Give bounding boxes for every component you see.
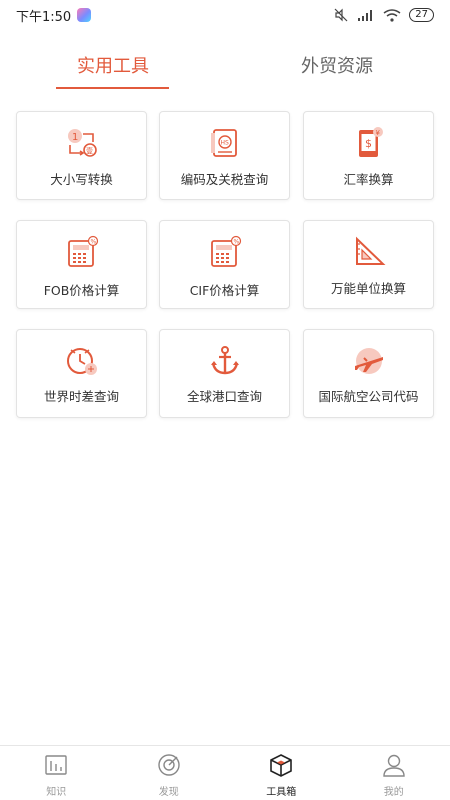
tab-practical-tools[interactable]: 实用工具: [77, 52, 149, 78]
nav-label: 工具箱: [266, 787, 297, 798]
tool-label: 世界时差查询: [43, 389, 119, 404]
tool-card-unit-convert[interactable]: 万能单位换算: [303, 220, 434, 309]
tool-card-hs-code[interactable]: HS 编码及关税查询: [159, 111, 290, 200]
svg-text:$: $: [365, 137, 372, 150]
tool-label: 国际航空公司代码: [318, 389, 419, 404]
tool-label: 万能单位换算: [330, 281, 406, 296]
svg-text:%: %: [233, 239, 239, 246]
nav-label: 知识: [46, 787, 67, 798]
calculator-icon: %: [210, 235, 241, 267]
tool-label: CIF价格计算: [189, 283, 260, 298]
status-left: 下午1:50: [16, 6, 92, 25]
triangle-ruler-icon: [355, 236, 385, 265]
svg-text:¥: ¥: [375, 129, 380, 137]
tool-label: FOB价格计算: [43, 283, 120, 298]
svg-text:1: 1: [72, 132, 78, 143]
hs-code-book-icon: HS: [210, 129, 237, 157]
nav-knowledge[interactable]: 知识: [0, 746, 113, 800]
svg-text:HS: HS: [220, 140, 229, 147]
tool-card-case-convert[interactable]: 1 壹 大小写转换: [16, 111, 147, 200]
tool-label: 大小写转换: [50, 172, 113, 187]
tool-card-cif-calc[interactable]: % CIF价格计算: [159, 220, 290, 309]
app-screen: 下午1:50 27 实用工具 外贸资源 1 壹 大小写转换 HS 编码及关税查询…: [0, 0, 450, 800]
world-clock-icon: [66, 348, 97, 375]
active-tab-indicator: [56, 87, 169, 89]
status-bar: 下午1:50 27: [0, 0, 450, 30]
profile-icon: [383, 754, 405, 777]
tool-card-port-search[interactable]: 全球港口查询: [159, 329, 290, 418]
exchange-rate-tablet-icon: $ ¥: [358, 127, 383, 157]
airplane-icon: [354, 348, 383, 374]
anchor-icon: [210, 346, 239, 375]
bottom-nav: 知识 发现 工具箱 我的: [0, 745, 450, 800]
tool-card-exchange-rate[interactable]: $ ¥ 汇率换算: [303, 111, 434, 200]
top-tabs: 实用工具 外贸资源: [0, 44, 450, 94]
signal-icon: [358, 10, 373, 21]
tool-card-world-time[interactable]: 世界时差查询: [16, 329, 147, 418]
tab-trade-resources[interactable]: 外贸资源: [301, 52, 373, 78]
svg-text:壹: 壹: [86, 146, 93, 155]
knowledge-icon: [45, 755, 67, 775]
calculator-icon: %: [67, 235, 98, 267]
tool-card-fob-calc[interactable]: % FOB价格计算: [16, 220, 147, 309]
svg-text:%: %: [90, 239, 96, 246]
toolbox-icon: [270, 754, 293, 777]
tool-card-airline-codes[interactable]: 国际航空公司代码: [303, 329, 434, 418]
tool-label: 编码及关税查询: [180, 172, 269, 187]
tool-label: 全球港口查询: [186, 389, 262, 404]
nav-toolbox[interactable]: 工具箱: [225, 746, 338, 800]
battery-indicator: 27: [409, 8, 434, 22]
wifi-icon: [383, 8, 401, 22]
nav-discover[interactable]: 发现: [113, 746, 226, 800]
status-right: 27: [333, 8, 434, 22]
nav-profile[interactable]: 我的: [338, 746, 450, 800]
nav-label: 我的: [383, 787, 404, 798]
number-convert-icon: 1 壹: [67, 129, 97, 157]
mute-icon: [334, 8, 348, 22]
tool-label: 汇率换算: [343, 172, 394, 187]
nav-label: 发现: [158, 787, 179, 798]
discover-icon: [158, 754, 180, 776]
status-time: 下午1:50: [16, 9, 72, 25]
app-notification-icon: [77, 8, 92, 22]
